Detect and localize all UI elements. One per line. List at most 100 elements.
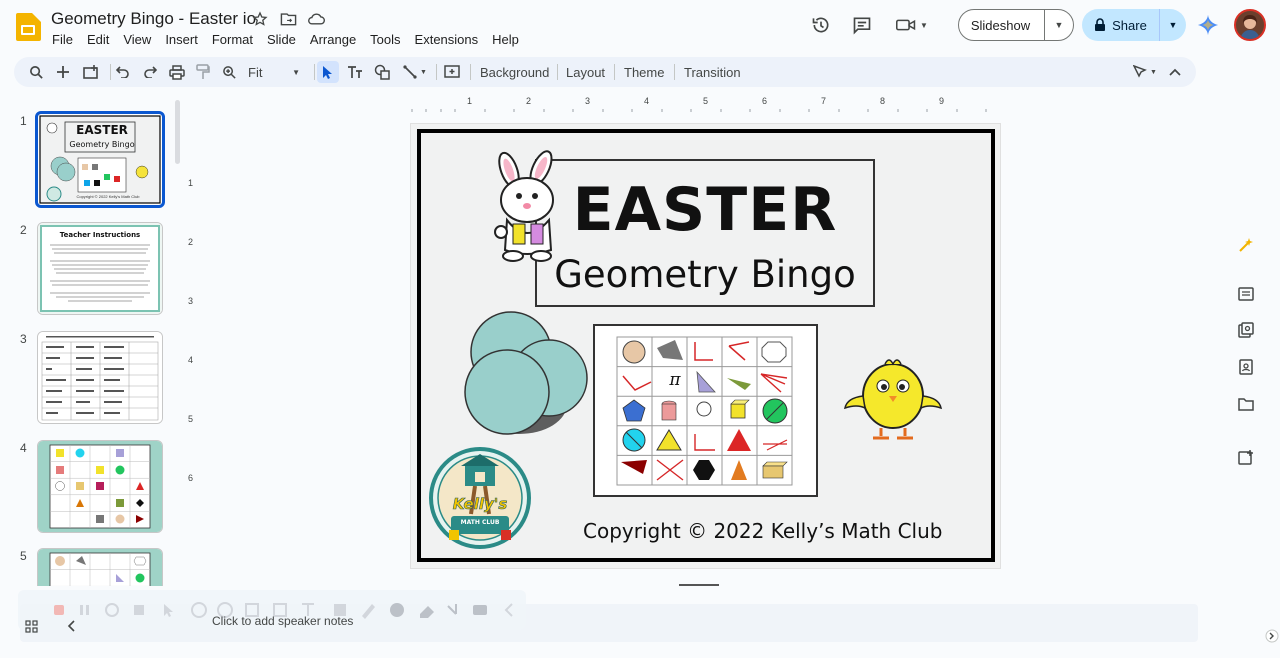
line-tool-icon[interactable]: ▼ [398, 61, 432, 83]
thumb-title: EASTER [76, 123, 128, 137]
logo-text-bottom: MATH CLUB [460, 519, 500, 526]
avatar[interactable] [1234, 9, 1266, 41]
ruler-label: 7 [821, 96, 827, 106]
slide-canvas[interactable]: EASTER Geometry Bingo Kelly's MATH CLUB … [411, 124, 1000, 568]
circles-image[interactable] [461, 310, 591, 438]
zoom-select[interactable]: Fit ▼ [242, 61, 306, 83]
slide-number: 5 [20, 549, 27, 563]
version-history-icon[interactable] [810, 14, 832, 36]
slide-thumbnail-3[interactable] [37, 331, 163, 424]
star-icon[interactable] [251, 10, 269, 28]
transition-button[interactable]: Transition [678, 61, 747, 83]
slides-logo-icon[interactable] [15, 13, 41, 41]
slide-thumbnail-1[interactable]: EASTER Geometry Bingo Copyright © 2022 K… [35, 111, 165, 208]
ruler-label: 3 [585, 96, 591, 106]
theme-button[interactable]: Theme [618, 61, 670, 83]
pen-tool-icon[interactable]: ▼ [1128, 61, 1162, 83]
slide-subtitle[interactable]: Geometry Bingo [537, 253, 873, 296]
thumb-footer: Copyright © 2022 Kelly's Math Club [76, 194, 140, 199]
thumb-subtitle: Geometry Bingo [69, 140, 135, 149]
ruler-label: 6 [762, 96, 768, 106]
select-tool-icon[interactable] [317, 61, 339, 83]
menu-arrange[interactable]: Arrange [303, 30, 363, 49]
menu-help[interactable]: Help [485, 30, 526, 49]
insert-comment-icon[interactable] [441, 61, 463, 83]
menu-view[interactable]: View [116, 30, 158, 49]
slideshow-button[interactable]: Slideshow ▼ [958, 9, 1074, 41]
share-main[interactable]: Share [1082, 9, 1160, 41]
ruler-label: 2 [188, 237, 194, 247]
ruler-label: 5 [188, 414, 194, 424]
print-icon[interactable] [166, 61, 188, 83]
redo-icon[interactable] [139, 61, 161, 83]
slide-number: 3 [20, 332, 27, 346]
cloud-status-icon[interactable] [307, 10, 325, 28]
slide-filmstrip: 1 EASTER Geometry Bingo Copyright © 2022… [0, 96, 186, 586]
thumb-title: Teacher Instructions [59, 231, 141, 239]
menu-insert[interactable]: Insert [158, 30, 205, 49]
copyright-text[interactable]: Copyright © 2022 Kelly’s Math Club [583, 519, 942, 543]
document-title[interactable]: Geometry Bingo - Easter io [51, 9, 256, 29]
menu-slide[interactable]: Slide [260, 30, 303, 49]
menu-file[interactable]: File [45, 30, 80, 49]
share-button[interactable]: Share ▼ [1082, 9, 1186, 41]
menu-bar: File Edit View Insert Format Slide Arran… [45, 30, 526, 49]
undo-icon[interactable] [112, 61, 134, 83]
ruler-label: 8 [880, 96, 886, 106]
share-label: Share [1112, 17, 1147, 33]
side-panel-collapse-icon[interactable] [1262, 626, 1280, 646]
slide-number: 4 [20, 441, 27, 455]
comments-icon[interactable] [851, 14, 873, 36]
zoom-value: Fit [248, 64, 263, 80]
lock-icon [1095, 18, 1106, 31]
contacts-icon[interactable] [1236, 357, 1256, 377]
text-box-icon[interactable] [344, 61, 366, 83]
share-dropdown-icon[interactable]: ▼ [1160, 9, 1186, 41]
bunny-image[interactable] [479, 150, 579, 262]
ruler-label: 1 [467, 96, 473, 106]
slide-number: 1 [20, 114, 27, 128]
ruler-label: 4 [188, 355, 194, 365]
grid-view-icon[interactable] [23, 618, 39, 634]
gemini-assist-icon[interactable] [1236, 235, 1256, 255]
bingo-card-image[interactable]: π [593, 324, 818, 497]
ruler-label: 9 [939, 96, 945, 106]
collapse-filmstrip-icon[interactable] [63, 618, 79, 634]
ruler-label: 5 [703, 96, 709, 106]
toolbar: Fit ▼ ▼ Background Layout Theme Transiti… [14, 57, 1196, 87]
new-slide-icon[interactable] [52, 61, 74, 83]
folder-move-icon[interactable] [279, 10, 297, 28]
paint-format-icon[interactable] [192, 61, 214, 83]
filmstrip-scrollbar[interactable] [175, 100, 180, 164]
search-menus-icon[interactable] [25, 61, 47, 83]
slide-thumbnail-4[interactable] [37, 440, 163, 533]
meet-icon[interactable]: ▼ [894, 14, 930, 36]
menu-format[interactable]: Format [205, 30, 260, 49]
collapse-toolbar-icon[interactable] [1164, 61, 1186, 83]
slide-thumbnail-2[interactable]: Teacher Instructions [37, 222, 163, 315]
tasks-icon[interactable] [1236, 320, 1256, 340]
chick-image[interactable] [841, 356, 945, 444]
slide-title[interactable]: EASTER [537, 175, 873, 245]
menu-extensions[interactable]: Extensions [408, 30, 486, 49]
new-slide-layout-icon[interactable] [80, 61, 102, 83]
layout-button[interactable]: Layout [560, 61, 611, 83]
shape-icon[interactable] [371, 61, 393, 83]
drive-folder-icon[interactable] [1236, 394, 1256, 414]
slide-thumbnail-5[interactable] [37, 548, 163, 586]
notes-resize-handle[interactable] [679, 584, 719, 586]
background-button[interactable]: Background [474, 61, 555, 83]
title-box[interactable]: EASTER Geometry Bingo [535, 159, 875, 307]
slide-number: 2 [20, 223, 27, 237]
keep-notes-icon[interactable] [1236, 284, 1256, 304]
menu-tools[interactable]: Tools [363, 30, 407, 49]
title-bar: Geometry Bingo - Easter io File Edit Vie… [0, 0, 1280, 54]
add-on-icon[interactable] [1236, 447, 1256, 467]
menu-edit[interactable]: Edit [80, 30, 116, 49]
slideshow-dropdown-icon[interactable]: ▼ [1045, 10, 1073, 40]
zoom-icon[interactable] [218, 61, 240, 83]
pi-symbol: π [669, 370, 681, 390]
slideshow-label[interactable]: Slideshow [959, 10, 1045, 40]
gemini-icon[interactable] [1197, 14, 1219, 36]
speaker-notes-placeholder[interactable]: Click to add speaker notes [212, 614, 353, 628]
